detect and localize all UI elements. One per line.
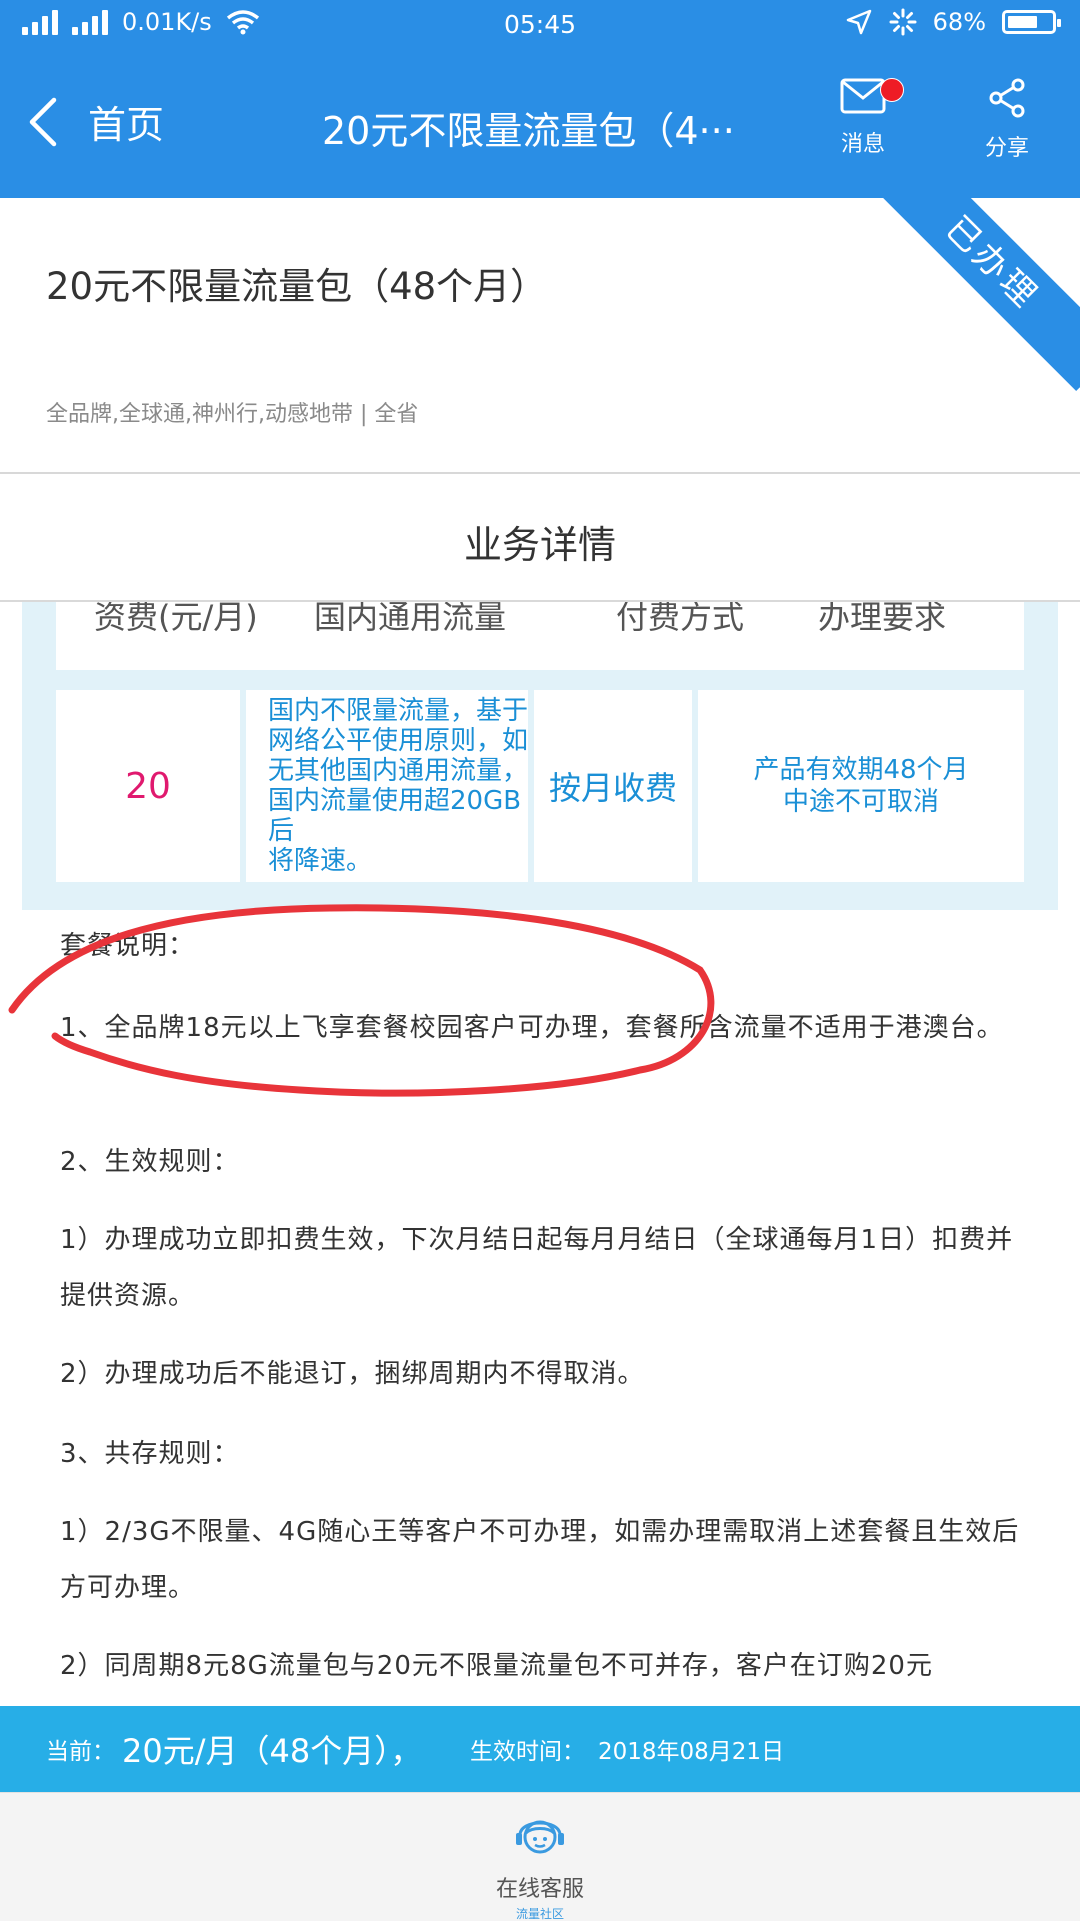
red-circle-annotation [8,904,715,1097]
desc-item-1: 1、全品牌18元以上飞享套餐校园客户可办理，套餐所含流量不适用于港澳台。 [60,1013,1004,1043]
back-label: 首页 [88,103,165,147]
battery-percent: 68% [932,8,986,36]
share-button[interactable]: 分享 [952,78,1062,162]
desc-item-2-2: 2）办理成功后不能退订，捆绑周期内不得取消。 [60,1359,645,1389]
nav-bar: 首页 20元不限量流量包（4··· 消息 分享 [0,50,1080,198]
current-label: 当前： [46,1739,115,1765]
desc-item-2-title: 2、生效规则： [60,1147,240,1177]
mail-icon [840,78,886,114]
table-header-requirement: 办理要求 [818,602,947,636]
location-icon [846,9,871,35]
messages-button[interactable]: 消息 [808,78,918,158]
effective-label: 生效时间： [470,1739,585,1765]
service-label: 在线客服 [495,1877,584,1902]
table-header-payment: 付费方式 [616,602,745,636]
table-header-traffic: 国内通用流量 [314,602,507,636]
status-right: 68% [845,8,1061,36]
status-ribbon: 已办理 [864,198,1080,391]
effective-date: 2018年08月21日 [598,1739,785,1765]
loading-icon [889,8,917,36]
tariff-table: 资费(元/月) 国内通用流量 付费方式 办理要求 20 国内不限量流量，基于 网… [22,602,1058,910]
table-row: 20 国内不限量流量，基于 网络公平使用原则，如 无其他国内通用流量， 国内流量… [56,690,1024,882]
product-meta: 全品牌,全球通,神州行,动感地带 | 全省 [46,402,419,427]
product-title: 20元不限量流量包（48个月） [46,265,548,308]
battery-fill [1008,16,1037,28]
service-sublabel: 流量社区 [515,1907,564,1921]
desc-item-2-1: 1）办理成功立即扣费生效，下次月结日起每月月结日（全球通每月1日）扣费并提供资源… [60,1225,1014,1311]
desc-item-3-1: 1）2/3G不限量、4G随心王等客户不可办理，如需办理需取消上述套餐且生效后方可… [60,1517,1020,1603]
share-icon [989,78,1025,118]
section-title: 业务详情 [463,523,616,567]
table-header-row: 资费(元/月) 国内通用流量 付费方式 办理要求 [56,602,1024,670]
cell-traffic: 国内不限量流量，基于 网络公平使用原则，如 无其他国内通用流量， 国内流量使用超… [246,690,528,882]
online-service-button[interactable]: 在线客服 流量社区 [440,1809,640,1922]
share-label: 分享 [984,136,1029,161]
page-title: 20元不限量流量包（4··· [322,109,735,153]
customer-service-icon [516,1820,564,1854]
cell-payment: 按月收费 [534,690,692,882]
desc-item-3-title: 3、共存规则： [60,1439,240,1469]
desc-item-3-2: 2）同周期8元8G流量包与20元不限量流量包不可并存，客户在订购20元 [60,1651,933,1681]
notification-dot [880,78,904,102]
current-plan-bar: 当前： 20元/月（48个月）， 生效时间： 2018年08月21日 [0,1706,1080,1792]
product-header: 20元不限量流量包（48个月） 全品牌,全球通,神州行,动感地带 | 全省 已办… [0,198,1080,472]
messages-label: 消息 [840,132,885,157]
section-header: 业务详情 [0,474,1080,602]
cell-price: 20 [56,690,240,882]
desc-heading: 套餐说明： [60,931,196,961]
current-plan: 20元/月（48个月）， [122,1732,423,1770]
cell-requirement: 产品有效期48个月 中途不可取消 [698,690,1024,882]
chevron-left-icon [29,97,57,146]
status-bar: 0.01K/s 05:45 68% [0,0,1080,50]
footer: 在线客服 流量社区 [0,1792,1080,1921]
battery-icon [1002,10,1061,34]
back-button[interactable]: 首页 [26,94,164,149]
table-header-price: 资费(元/月) [94,602,258,636]
